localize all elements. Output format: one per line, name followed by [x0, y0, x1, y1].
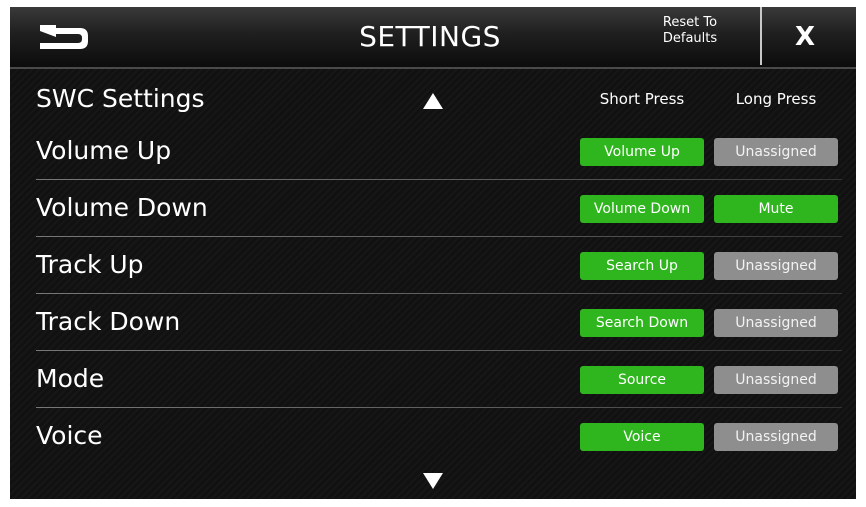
- section-title: SWC Settings: [36, 84, 205, 113]
- setting-row-voice: Voice Voice Unassigned: [10, 408, 856, 465]
- settings-screen: SETTINGS Reset To Defaults X SWC Setting…: [10, 7, 856, 499]
- short-press-button[interactable]: Voice: [580, 423, 704, 451]
- close-button[interactable]: X: [770, 15, 840, 59]
- row-label: Volume Down: [36, 193, 208, 222]
- long-press-button[interactable]: Unassigned: [714, 366, 838, 394]
- short-press-button[interactable]: Search Down: [580, 309, 704, 337]
- setting-row-track-up: Track Up Search Up Unassigned: [10, 237, 856, 294]
- long-press-button[interactable]: Unassigned: [714, 252, 838, 280]
- long-press-button[interactable]: Unassigned: [714, 423, 838, 451]
- row-label: Track Up: [36, 250, 144, 279]
- short-press-button[interactable]: Volume Down: [580, 195, 704, 223]
- long-press-button[interactable]: Unassigned: [714, 309, 838, 337]
- setting-row-volume-down: Volume Down Volume Down Mute: [10, 180, 856, 237]
- short-press-header: Short Press: [599, 90, 685, 108]
- page-title: SETTINGS: [359, 20, 501, 53]
- scroll-down-button[interactable]: [418, 469, 448, 493]
- reset-to-defaults-button[interactable]: Reset To Defaults: [640, 15, 740, 61]
- short-press-button[interactable]: Search Up: [580, 252, 704, 280]
- setting-row-mode: Mode Source Unassigned: [10, 351, 856, 408]
- back-arrow-icon: [40, 25, 88, 49]
- setting-row-track-down: Track Down Search Down Unassigned: [10, 294, 856, 351]
- short-press-button[interactable]: Source: [580, 366, 704, 394]
- triangle-down-icon: [423, 473, 443, 489]
- reset-label-line1: Reset To: [662, 15, 718, 30]
- back-button[interactable]: [28, 17, 98, 57]
- short-press-button[interactable]: Volume Up: [580, 138, 704, 166]
- header-bar: SETTINGS Reset To Defaults X: [10, 7, 856, 69]
- reset-label-line2: Defaults: [662, 31, 718, 46]
- row-label: Mode: [36, 364, 105, 393]
- triangle-up-icon: [423, 93, 443, 109]
- header-divider: [760, 7, 762, 65]
- row-label: Volume Up: [36, 136, 172, 165]
- long-press-header: Long Press: [735, 90, 817, 108]
- long-press-button[interactable]: Unassigned: [714, 138, 838, 166]
- row-label: Track Down: [36, 307, 181, 336]
- scroll-up-button[interactable]: [418, 89, 448, 113]
- setting-row-volume-up: Volume Up Volume Up Unassigned: [10, 123, 856, 180]
- long-press-button[interactable]: Mute: [714, 195, 838, 223]
- settings-list: SWC Settings Short Press Long Press Volu…: [10, 69, 856, 499]
- row-label: Voice: [36, 421, 103, 450]
